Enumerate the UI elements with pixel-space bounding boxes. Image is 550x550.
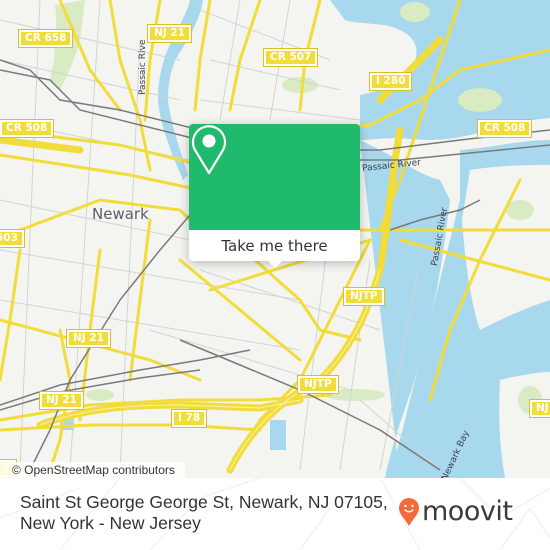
moovit-smiley-pin-icon (399, 498, 419, 526)
road-shield-cr-508-west: CR 508 (0, 119, 55, 138)
map-pin-icon (191, 125, 227, 175)
footer: Saint St George George St, Newark, NJ 07… (0, 478, 550, 550)
moovit-logo[interactable]: moovit (398, 496, 513, 528)
road-shield-njtp-north: NJTP (343, 287, 385, 306)
road-shield-cr-507: CR 507 (262, 48, 319, 67)
park (506, 200, 534, 220)
road-shield-nj-21: NJ 21 (147, 24, 192, 43)
water-pond (270, 420, 286, 450)
map-view[interactable]: CR 658 NJ 21 CR 507 I 280 CR 508 CR 508 … (0, 0, 550, 478)
park (86, 389, 114, 401)
take-me-there-button[interactable]: Take me there (189, 230, 360, 261)
road-shield-i-280: I 280 (368, 72, 413, 91)
park (458, 88, 502, 112)
road-shield-nj-21-south: NJ 21 (39, 391, 84, 410)
park (400, 2, 430, 22)
road-shield-nj-east: NJ (529, 399, 550, 418)
road-shield-503: 503 (0, 229, 25, 248)
road-shield-cr-658: CR 658 (17, 29, 74, 48)
address-text: Saint St George George St, Newark, NJ 07… (20, 492, 388, 533)
popup-pointer (266, 259, 284, 268)
moovit-wordmark: moovit (422, 496, 513, 527)
road-shield-i-78: I 78 (170, 409, 208, 428)
city-label-newark: Newark (92, 205, 149, 223)
destination-popup[interactable]: Take me there (189, 124, 360, 268)
water-upper-river (330, 0, 550, 140)
park (282, 77, 318, 93)
road-shield-cr-508-east: CR 508 (476, 119, 533, 138)
osm-attribution[interactable]: © OpenStreetMap contributors (0, 462, 185, 478)
river-label-passaic-north: Passaic Rive (138, 39, 148, 95)
popup-header[interactable] (189, 124, 360, 230)
road-shield-nj-21-mid: NJ 21 (66, 329, 111, 348)
road-shield-njtp-south: NJTP (297, 375, 339, 394)
